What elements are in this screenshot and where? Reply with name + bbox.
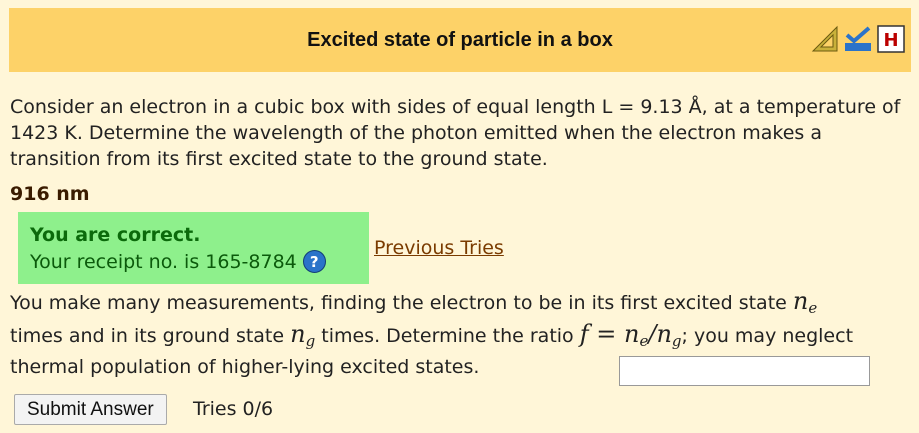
previous-tries-link[interactable]: Previous Tries [374,237,504,259]
triangle-ruler-icon[interactable] [811,25,839,53]
hint-icon[interactable]: H [877,25,905,53]
q2-part3: times. Determine the ratio [321,325,574,347]
svg-text:H: H [883,30,898,51]
correct-status: You are correct. [30,224,201,246]
submitted-answer: 916 nm [10,183,90,205]
header-icons: H [811,25,905,53]
help-icon[interactable]: ? [302,250,326,273]
receipt-text: Your receipt no. is 165-8784 [30,250,297,273]
problem-title: Excited state of particle in a box [307,28,613,51]
q2-part2: times and in its ground state [10,325,285,347]
submit-answer-button[interactable]: Submit Answer [14,394,167,425]
math-ng: ng [290,320,316,350]
ratio-answer-input[interactable] [619,356,870,386]
problem-header: Excited state of particle in a box H [9,8,911,72]
q2-part1: You make many measurements, finding the … [10,292,787,314]
question-text: Consider an electron in a cubic box with… [10,96,901,170]
math-ratio: f = ne/ng [579,320,682,350]
receipt-line: Your receipt no. is 165-8784 ? [30,250,326,273]
correct-feedback-box: You are correct. Your receipt no. is 165… [18,212,369,284]
checkmark-feedback-icon[interactable] [844,25,872,53]
math-ne: ne [792,287,818,317]
tries-counter: Tries 0/6 [193,398,274,420]
